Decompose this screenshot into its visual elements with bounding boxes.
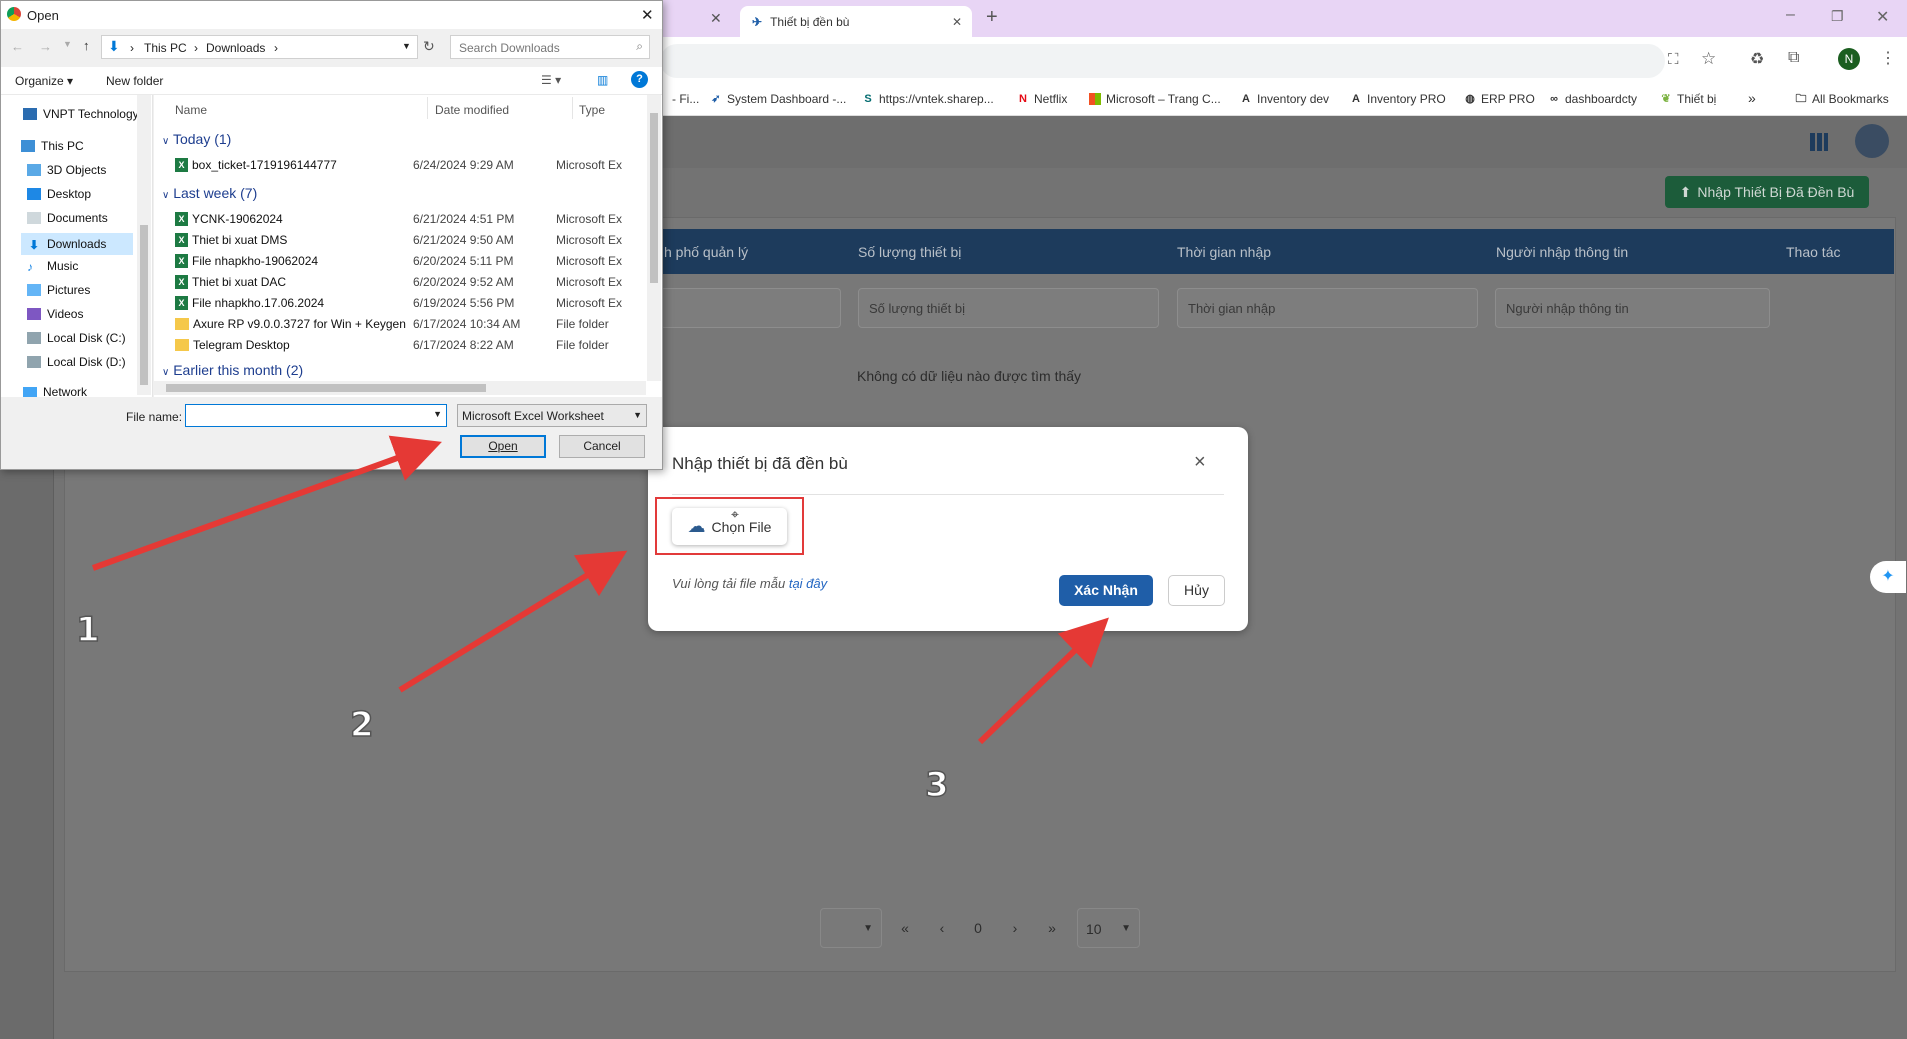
arrow-3 [977, 617, 1109, 745]
arrow-2 [398, 550, 628, 693]
cursor-icon: ⌖ [731, 506, 739, 522]
step-number: 1 [75, 609, 100, 651]
step-number: 2 [349, 704, 374, 746]
step-number: 3 [924, 764, 949, 806]
annotation-arrows [91, 435, 1109, 745]
arrow-1 [91, 435, 442, 571]
